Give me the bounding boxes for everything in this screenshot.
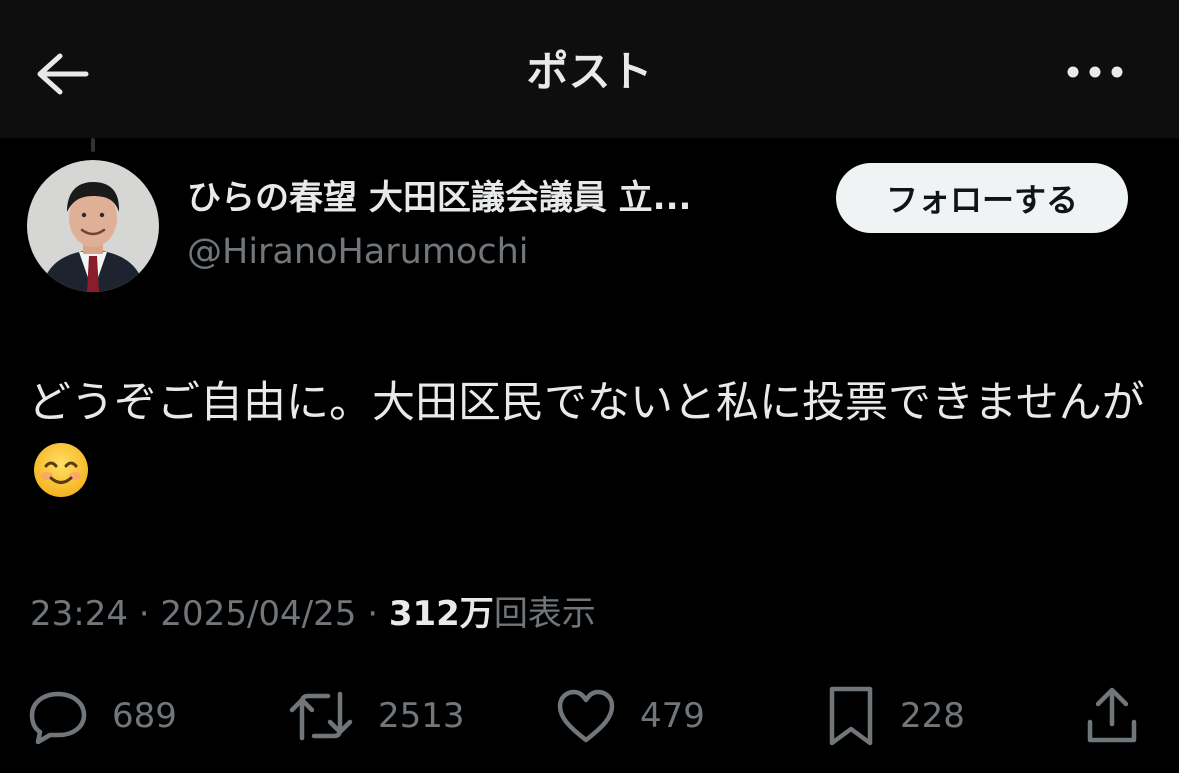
follow-button[interactable]: フォローする	[836, 163, 1128, 233]
bookmark-button[interactable]: 228	[826, 680, 965, 752]
meta-separator: ·	[367, 594, 379, 634]
repost-count: 2513	[378, 696, 465, 736]
post-time: 23:24	[30, 594, 128, 634]
action-bar: 689 2513 479 228	[0, 680, 1179, 752]
repost-button[interactable]: 2513	[288, 680, 465, 752]
reply-count: 689	[112, 696, 177, 736]
post-text: どうぞご自由に。大田区民でないと私に投票できませんが	[28, 366, 1148, 514]
post-meta: 23:24 · 2025/04/25 · 312万回表示	[30, 586, 596, 642]
more-options-button[interactable]	[1060, 44, 1130, 100]
repost-icon	[289, 691, 353, 741]
avatar-photo	[27, 160, 159, 292]
reply-button[interactable]: 689	[28, 680, 177, 752]
reply-icon	[29, 691, 87, 744]
avatar[interactable]	[27, 160, 159, 292]
bookmark-icon	[829, 686, 873, 746]
thread-connector	[91, 138, 95, 152]
post-text-body: どうぞご自由に。大田区民でないと私に投票できませんが	[28, 378, 1145, 428]
like-count: 479	[640, 696, 705, 736]
share-icon	[1087, 687, 1137, 743]
bookmark-count: 228	[900, 696, 965, 736]
heart-icon	[557, 689, 615, 743]
more-horizontal-icon	[1067, 66, 1123, 78]
views-count: 312万	[388, 594, 494, 634]
like-button[interactable]: 479	[556, 680, 705, 752]
page-title: ポスト	[526, 47, 653, 96]
author-handle[interactable]: @HiranoHarumochi	[187, 228, 528, 276]
post-date: 2025/04/25	[160, 594, 357, 634]
author-display-name[interactable]: ひらの春望 大田区議会議員 立...	[187, 174, 691, 222]
top-bar: ポスト	[0, 0, 1179, 138]
smiling-face-icon	[32, 441, 90, 499]
meta-separator: ·	[138, 594, 150, 634]
share-button[interactable]	[1084, 680, 1140, 752]
views-label: 回表示	[493, 594, 596, 634]
